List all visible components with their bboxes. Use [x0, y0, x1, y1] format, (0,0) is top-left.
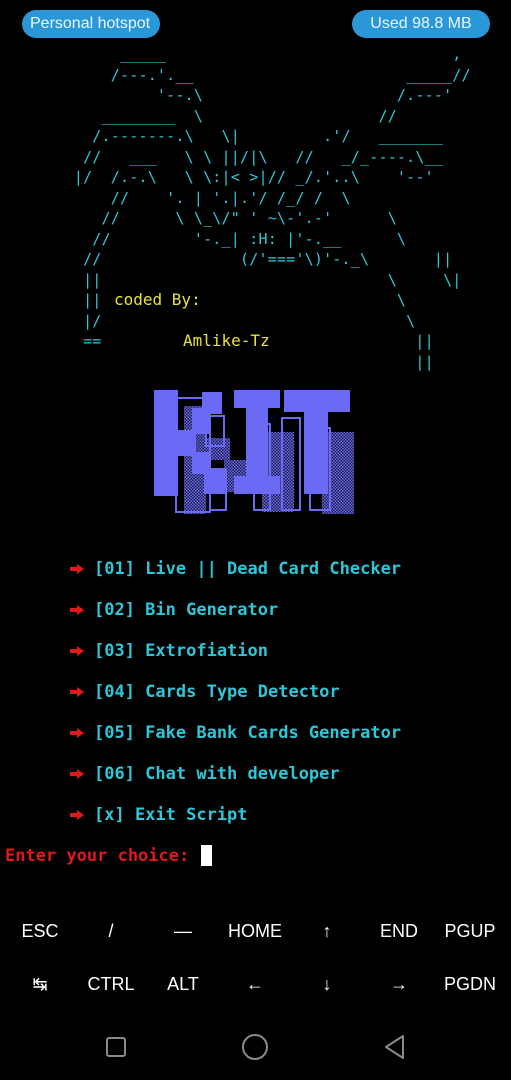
author-name: Amlike-Tz [183, 331, 270, 350]
key-right-arrow[interactable]: → [363, 959, 435, 1009]
menu-item-label: [04] Cards Type Detector [94, 682, 340, 702]
right-arrow-icon [70, 687, 84, 697]
menu-item-exit-script[interactable]: [x] Exit Script [70, 802, 248, 828]
key-home[interactable]: HOME [219, 906, 291, 956]
terminal-cursor [201, 845, 213, 866]
right-arrow-icon [70, 646, 84, 656]
home-circle-icon[interactable] [240, 1032, 270, 1062]
key-dash[interactable]: — [147, 906, 219, 956]
key-up-arrow[interactable]: ↑ [291, 906, 363, 956]
right-arrow-icon [70, 564, 84, 574]
ascii-banner: _____ , /---.'.__ _____// '--.\ /.---' _… [73, 45, 471, 371]
menu-item-label: [02] Bin Generator [94, 600, 279, 620]
hotspot-indicator[interactable]: Personal hotspot [22, 10, 160, 38]
status-bar: Personal hotspot Used 98.8 MB [0, 0, 511, 48]
key-pgdn[interactable]: PGDN [434, 959, 506, 1009]
prompt-text: Enter your choice: [5, 845, 190, 866]
key-left-arrow[interactable]: ← [219, 959, 291, 1009]
key-end[interactable]: END [363, 906, 435, 956]
menu-item-label: [01] Live || Dead Card Checker [94, 559, 402, 579]
navigation-bar [0, 1016, 511, 1080]
menu-item-cards-type-detector[interactable]: [04] Cards Type Detector [70, 679, 340, 705]
menu-item-bin-generator[interactable]: [02] Bin Generator [70, 597, 278, 623]
kit-logo [150, 388, 356, 520]
menu-item-extrofiation[interactable]: [03] Extrofiation [70, 638, 268, 664]
data-usage-indicator[interactable]: Used 98.8 MB [352, 10, 490, 38]
menu-item-label: [03] Extrofiation [94, 641, 268, 661]
right-arrow-icon [70, 605, 84, 615]
key-pgup[interactable]: PGUP [434, 906, 506, 956]
menu-item-live-dead-checker[interactable]: [01] Live || Dead Card Checker [70, 556, 401, 582]
menu-item-chat-with-developer[interactable]: [06] Chat with developer [70, 761, 340, 787]
recents-square-icon[interactable] [101, 1032, 131, 1062]
right-arrow-icon [70, 769, 84, 779]
menu-item-label: [06] Chat with developer [94, 764, 340, 784]
key-slash[interactable]: / [75, 906, 147, 956]
menu-item-label: [05] Fake Bank Cards Generator [94, 723, 402, 743]
kit-logo-graphic [154, 390, 354, 514]
key-tab[interactable]: ↹ [4, 959, 76, 1009]
key-down-arrow[interactable]: ↓ [291, 959, 363, 1009]
choice-prompt[interactable]: Enter your choice: [5, 845, 213, 866]
coded-by-label: coded By: [114, 290, 201, 309]
right-arrow-icon [70, 810, 84, 820]
menu-item-label: [x] Exit Script [94, 805, 248, 825]
right-arrow-icon [70, 728, 84, 738]
menu-item-fake-bank-cards-generator[interactable]: [05] Fake Bank Cards Generator [70, 720, 401, 746]
key-esc[interactable]: ESC [4, 906, 76, 956]
key-ctrl[interactable]: CTRL [75, 959, 147, 1009]
key-alt[interactable]: ALT [147, 959, 219, 1009]
back-triangle-icon[interactable] [380, 1032, 410, 1062]
extra-keys-bar: ESC / — HOME ↑ END PGUP ↹ CTRL ALT ← ↓ →… [0, 904, 511, 1016]
